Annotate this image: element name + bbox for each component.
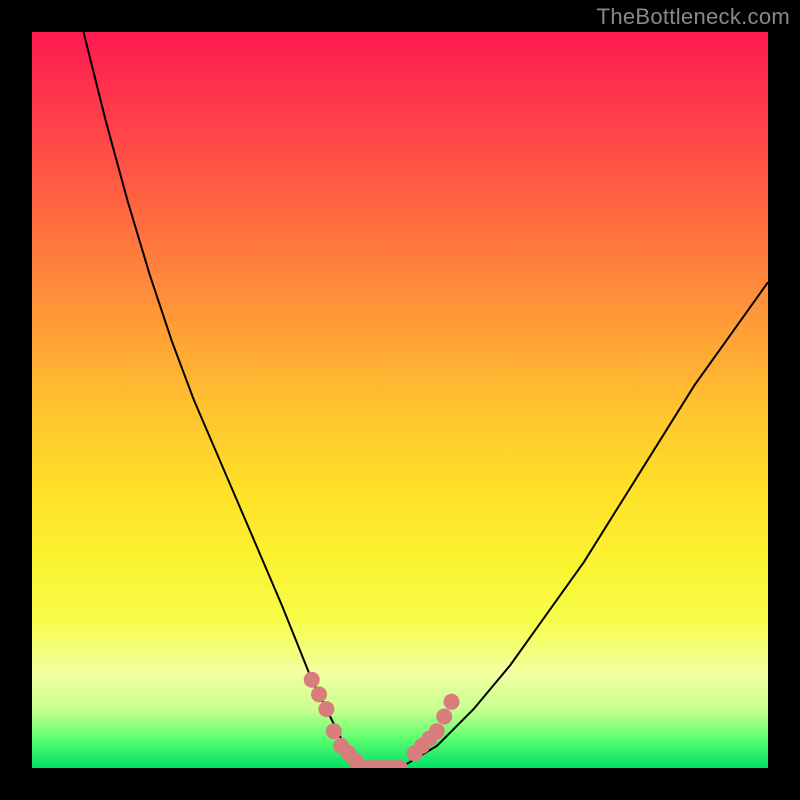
plot-area	[32, 32, 768, 768]
scatter-point	[436, 709, 452, 725]
scatter-point	[444, 694, 460, 710]
chart-container: TheBottleneck.com	[0, 0, 800, 800]
watermark-text: TheBottleneck.com	[597, 4, 790, 30]
scatter-point	[304, 672, 320, 688]
bottleneck-curve	[84, 32, 769, 768]
scatter-point	[311, 686, 327, 702]
scatter-point	[429, 723, 445, 739]
chart-svg	[32, 32, 768, 768]
scatter-point	[326, 723, 342, 739]
highlighted-scatter	[304, 672, 460, 768]
scatter-point	[318, 701, 334, 717]
